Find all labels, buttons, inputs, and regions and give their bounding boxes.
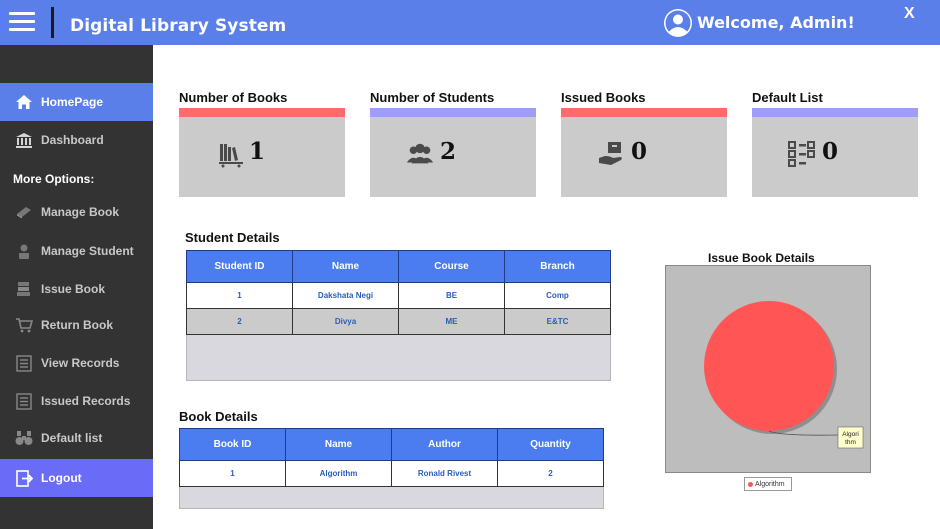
- table-cell[interactable]: Ronald Rivest: [391, 460, 498, 487]
- logout-button[interactable]: Logout: [0, 459, 153, 497]
- header-divider: [51, 7, 54, 38]
- card-title-students: Number of Students: [370, 90, 495, 105]
- legend-swatch: [748, 481, 753, 487]
- pie-chart-panel: Algori thm: [665, 265, 871, 473]
- card-default: 0: [752, 108, 918, 197]
- chart-legend: Algorithm: [744, 477, 792, 491]
- list-icon: [14, 353, 34, 373]
- table-row[interactable]: 1 Algorithm Ronald Rivest 2: [179, 460, 604, 487]
- list-icon: [14, 391, 34, 411]
- welcome-text: Welcome, Admin!: [697, 13, 855, 32]
- group-icon: [406, 143, 434, 164]
- svg-text:Algori: Algori: [842, 431, 859, 438]
- app-title: Digital Library System: [70, 16, 287, 36]
- table-row[interactable]: 1 Dakshata Negi BE Comp: [186, 282, 611, 309]
- book-stack-icon: [14, 279, 34, 299]
- sidebar-item-manage-student[interactable]: Manage Student: [0, 232, 153, 270]
- table-cell[interactable]: ME: [398, 308, 505, 335]
- cart-return-icon: [14, 315, 34, 335]
- app-header: Digital Library System Welcome, Admin! X: [0, 0, 940, 45]
- column-header[interactable]: Student ID: [186, 250, 293, 283]
- column-header[interactable]: Course: [398, 250, 505, 283]
- table-cell[interactable]: E&TC: [504, 308, 611, 335]
- sidebar-item-label: Manage Book: [41, 205, 120, 219]
- card-accent-bar: [752, 108, 918, 117]
- sidebar-item-view-records[interactable]: View Records: [0, 344, 153, 382]
- library-icon: [219, 144, 243, 168]
- card-title-issued: Issued Books: [561, 90, 646, 105]
- sidebar-item-default-list[interactable]: Default list: [0, 419, 153, 457]
- column-header[interactable]: Book ID: [179, 428, 286, 461]
- user-avatar-icon: [664, 9, 692, 37]
- pie-slice[interactable]: [704, 301, 834, 431]
- column-header[interactable]: Branch: [504, 250, 611, 283]
- card-accent-bar: [561, 108, 727, 117]
- bank-icon: [14, 130, 34, 150]
- column-header[interactable]: Name: [292, 250, 399, 283]
- sidebar-item-return-book[interactable]: Return Book: [0, 306, 153, 344]
- default-count: 0: [822, 138, 839, 165]
- main-content: Number of Books 1 Number of Students 2 I…: [153, 45, 940, 529]
- hand-book-icon: [599, 142, 622, 165]
- table-row[interactable]: 2 Divya ME E&TC: [186, 308, 611, 335]
- book-icon: [14, 202, 34, 222]
- sidebar-item-label: Manage Student: [41, 244, 134, 258]
- card-title-default: Default List: [752, 90, 823, 105]
- student-details-title: Student Details: [185, 230, 280, 245]
- logout-label: Logout: [41, 471, 82, 485]
- sidebar-item-label: Return Book: [41, 318, 113, 332]
- table-cell[interactable]: 2: [186, 308, 293, 335]
- card-students: 2: [370, 108, 536, 197]
- card-accent-bar: [370, 108, 536, 117]
- chart-title: Issue Book Details: [708, 251, 815, 265]
- sidebar-item-issue-book[interactable]: Issue Book: [0, 270, 153, 308]
- table-cell[interactable]: 2: [497, 460, 604, 487]
- sidebar: HomePage Dashboard More Options: Manage …: [0, 45, 153, 529]
- column-header[interactable]: Name: [285, 428, 392, 461]
- card-issued: 0: [561, 108, 727, 197]
- logout-icon: [14, 468, 34, 488]
- book-table: Book ID Name Author Quantity 1 Algorithm Rona…: [179, 428, 604, 487]
- sidebar-item-homepage[interactable]: HomePage: [0, 83, 153, 121]
- table-cell[interactable]: Dakshata Negi: [292, 282, 399, 309]
- sidebar-item-label: Dashboard: [41, 133, 104, 147]
- column-header[interactable]: Quantity: [497, 428, 604, 461]
- binoculars-icon: [14, 428, 34, 448]
- person-icon: [14, 241, 34, 261]
- sidebar-item-label: View Records: [41, 356, 120, 370]
- table-cell[interactable]: Algorithm: [285, 460, 392, 487]
- table-cell[interactable]: 1: [179, 460, 286, 487]
- home-icon: [14, 92, 34, 112]
- slice-label: Algorithm: [837, 426, 864, 449]
- books-count: 1: [249, 138, 266, 165]
- sidebar-item-manage-book[interactable]: Manage Book: [0, 193, 153, 231]
- svg-text:thm: thm: [845, 439, 856, 446]
- sidebar-item-dashboard[interactable]: Dashboard: [0, 121, 153, 159]
- sidebar-item-issued-records[interactable]: Issued Records: [0, 382, 153, 420]
- card-title-books: Number of Books: [179, 90, 288, 105]
- sidebar-item-label: Default list: [41, 431, 103, 445]
- sidebar-item-label: Issued Records: [41, 394, 131, 408]
- student-table: Student ID Name Course Branch 1 Dakshata Neg…: [186, 250, 611, 335]
- pie-chart: Algorithm: [704, 301, 864, 449]
- checklist-icon: [788, 141, 815, 167]
- table-cell[interactable]: Divya: [292, 308, 399, 335]
- card-books: 1: [179, 108, 345, 197]
- hamburger-menu-icon[interactable]: [9, 12, 35, 32]
- legend-label: Algorithm: [755, 480, 785, 488]
- column-header[interactable]: Author: [391, 428, 498, 461]
- students-count: 2: [440, 138, 457, 165]
- more-options-heading: More Options:: [13, 172, 95, 186]
- table-cell[interactable]: 1: [186, 282, 293, 309]
- table-cell[interactable]: BE: [398, 282, 505, 309]
- sidebar-item-label: HomePage: [41, 95, 104, 109]
- book-details-title: Book Details: [179, 409, 258, 424]
- close-button[interactable]: X: [904, 5, 915, 23]
- sidebar-item-label: Issue Book: [41, 282, 106, 296]
- table-cell[interactable]: Comp: [504, 282, 611, 309]
- card-accent-bar: [179, 108, 345, 117]
- issued-count: 0: [631, 138, 648, 165]
